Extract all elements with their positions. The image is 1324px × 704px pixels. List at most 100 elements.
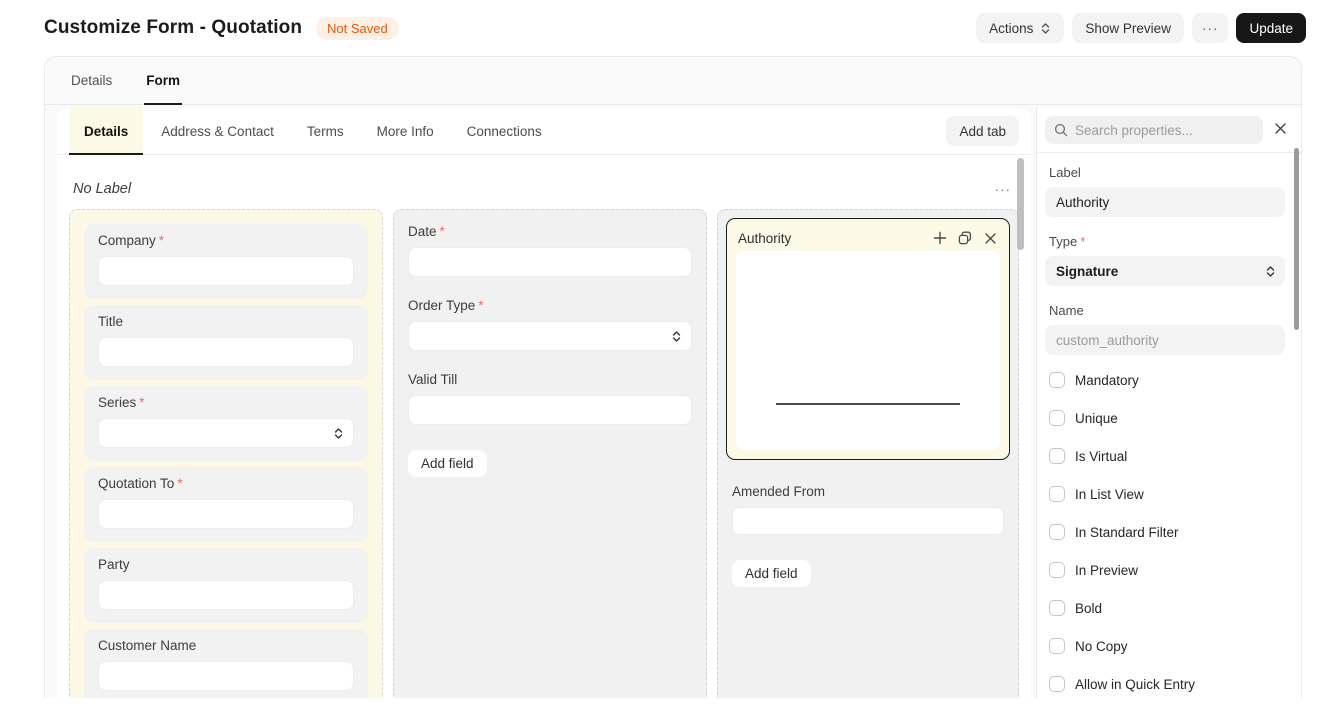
quotation-to-input[interactable]: [98, 499, 354, 529]
type-property-select[interactable]: Signature: [1045, 256, 1285, 286]
in-list-view-checkbox[interactable]: [1049, 486, 1065, 502]
property-type-label: Type: [1049, 234, 1077, 249]
checkbox-no-copy[interactable]: No Copy: [1049, 638, 1285, 654]
checkbox-is-virtual[interactable]: Is Virtual: [1049, 448, 1285, 464]
field-label: Date: [408, 224, 437, 239]
field-amended-from[interactable]: Amended From: [732, 484, 1004, 535]
checkbox-label: Mandatory: [1075, 373, 1139, 388]
required-marker: *: [139, 395, 144, 410]
checkbox-in-list-view[interactable]: In List View: [1049, 486, 1285, 502]
type-property-value: Signature: [1056, 264, 1118, 279]
signature-pad[interactable]: [736, 251, 1000, 450]
section-menu-button[interactable]: ···: [991, 182, 1016, 197]
required-marker: *: [440, 224, 445, 239]
tab-form[interactable]: Form: [134, 57, 192, 104]
more-options-button[interactable]: ···: [1192, 13, 1229, 43]
field-party[interactable]: Party: [84, 548, 368, 623]
valid-till-input[interactable]: [408, 395, 692, 425]
section-label: No Label: [73, 181, 131, 197]
add-field-button[interactable]: Add field: [408, 450, 487, 477]
field-label: Title: [98, 314, 123, 329]
checkbox-bold[interactable]: Bold: [1049, 600, 1285, 616]
property-name-label: Name: [1049, 303, 1285, 318]
in-standard-filter-checkbox[interactable]: [1049, 524, 1065, 540]
ellipsis-icon: ···: [1202, 21, 1219, 36]
bold-checkbox[interactable]: [1049, 600, 1065, 616]
close-sidebar-button[interactable]: [1267, 117, 1293, 143]
field-label: Party: [98, 557, 130, 572]
checkbox-label: No Copy: [1075, 639, 1128, 654]
field-title[interactable]: Title: [84, 305, 368, 380]
search-icon: [1054, 123, 1068, 137]
update-button[interactable]: Update: [1236, 13, 1306, 43]
series-select[interactable]: [98, 418, 354, 448]
title-input[interactable]: [98, 337, 354, 367]
field-label: Order Type: [408, 298, 475, 313]
required-marker: *: [177, 476, 182, 491]
signature-line: [776, 403, 960, 405]
tab-details[interactable]: Details: [59, 57, 124, 104]
checkbox-mandatory[interactable]: Mandatory: [1049, 372, 1285, 388]
company-input[interactable]: [98, 256, 354, 286]
in-preview-checkbox[interactable]: [1049, 562, 1065, 578]
close-icon: [984, 232, 997, 245]
amended-from-input[interactable]: [732, 507, 1004, 535]
show-preview-button[interactable]: Show Preview: [1072, 13, 1184, 43]
doctype-tab-more-info[interactable]: More Info: [362, 108, 449, 154]
page-title: Customize Form - Quotation: [44, 17, 302, 39]
checkbox-label: Unique: [1075, 411, 1118, 426]
mandatory-checkbox[interactable]: [1049, 372, 1065, 388]
sidebar-scrollbar[interactable]: [1294, 148, 1299, 330]
field-label: Company: [98, 233, 156, 248]
field-label: Quotation To: [98, 476, 174, 491]
checkbox-in-preview[interactable]: In Preview: [1049, 562, 1285, 578]
duplicate-icon: [958, 231, 972, 245]
builder-column-2: Date* Order Type* Valid Till: [393, 209, 707, 698]
party-input[interactable]: [98, 580, 354, 610]
checkbox-in-standard-filter[interactable]: In Standard Filter: [1049, 524, 1285, 540]
required-marker: *: [159, 233, 164, 248]
is-virtual-checkbox[interactable]: [1049, 448, 1065, 464]
field-series[interactable]: Series*: [84, 386, 368, 461]
builder-column-1: Company* Title Series*: [69, 209, 383, 698]
doctype-tab-details[interactable]: Details: [69, 108, 143, 154]
add-field-below-button[interactable]: [932, 230, 948, 246]
field-order-type[interactable]: Order Type*: [408, 298, 692, 351]
checkbox-allow-in-quick-entry[interactable]: Allow in Quick Entry: [1049, 676, 1285, 692]
properties-sidebar: Label Type* Signature Name Mandator: [1036, 108, 1301, 698]
doctype-tab-connections[interactable]: Connections: [452, 108, 557, 154]
outer-tab-bar: Details Form: [45, 57, 1301, 105]
no-copy-checkbox[interactable]: [1049, 638, 1065, 654]
add-field-button[interactable]: Add field: [732, 560, 811, 587]
field-quotation-to[interactable]: Quotation To*: [84, 467, 368, 542]
customize-form-card: Details Form Details Address & Contact T…: [44, 56, 1302, 698]
field-customer-name[interactable]: Customer Name: [84, 629, 368, 698]
doctype-tab-terms[interactable]: Terms: [292, 108, 359, 154]
search-properties-input[interactable]: [1075, 123, 1254, 138]
field-label: Amended From: [732, 484, 825, 499]
allow-in-quick-entry-checkbox[interactable]: [1049, 676, 1065, 692]
order-type-select[interactable]: [408, 321, 692, 351]
checkbox-unique[interactable]: Unique: [1049, 410, 1285, 426]
date-input[interactable]: [408, 247, 692, 277]
field-authority-selected[interactable]: Authority: [726, 218, 1010, 460]
checkbox-label: Allow in Quick Entry: [1075, 677, 1195, 692]
unique-checkbox[interactable]: [1049, 410, 1065, 426]
checkbox-label: In Standard Filter: [1075, 525, 1179, 540]
duplicate-field-button[interactable]: [957, 230, 973, 246]
builder-scrollbar[interactable]: [1017, 158, 1024, 250]
field-company[interactable]: Company*: [84, 224, 368, 299]
actions-button[interactable]: Actions: [976, 13, 1064, 43]
actions-button-label: Actions: [989, 21, 1033, 36]
field-date[interactable]: Date*: [408, 224, 692, 277]
add-tab-button[interactable]: Add tab: [946, 116, 1019, 146]
name-property-input[interactable]: [1045, 325, 1285, 355]
remove-field-button[interactable]: [982, 230, 998, 246]
customer-name-input[interactable]: [98, 661, 354, 691]
label-property-input[interactable]: [1045, 187, 1285, 217]
doctype-tab-address-contact[interactable]: Address & Contact: [146, 108, 289, 154]
field-valid-till[interactable]: Valid Till: [408, 372, 692, 425]
chevron-updown-icon: [671, 330, 682, 343]
checkbox-label: Is Virtual: [1075, 449, 1127, 464]
checkbox-label: In Preview: [1075, 563, 1138, 578]
